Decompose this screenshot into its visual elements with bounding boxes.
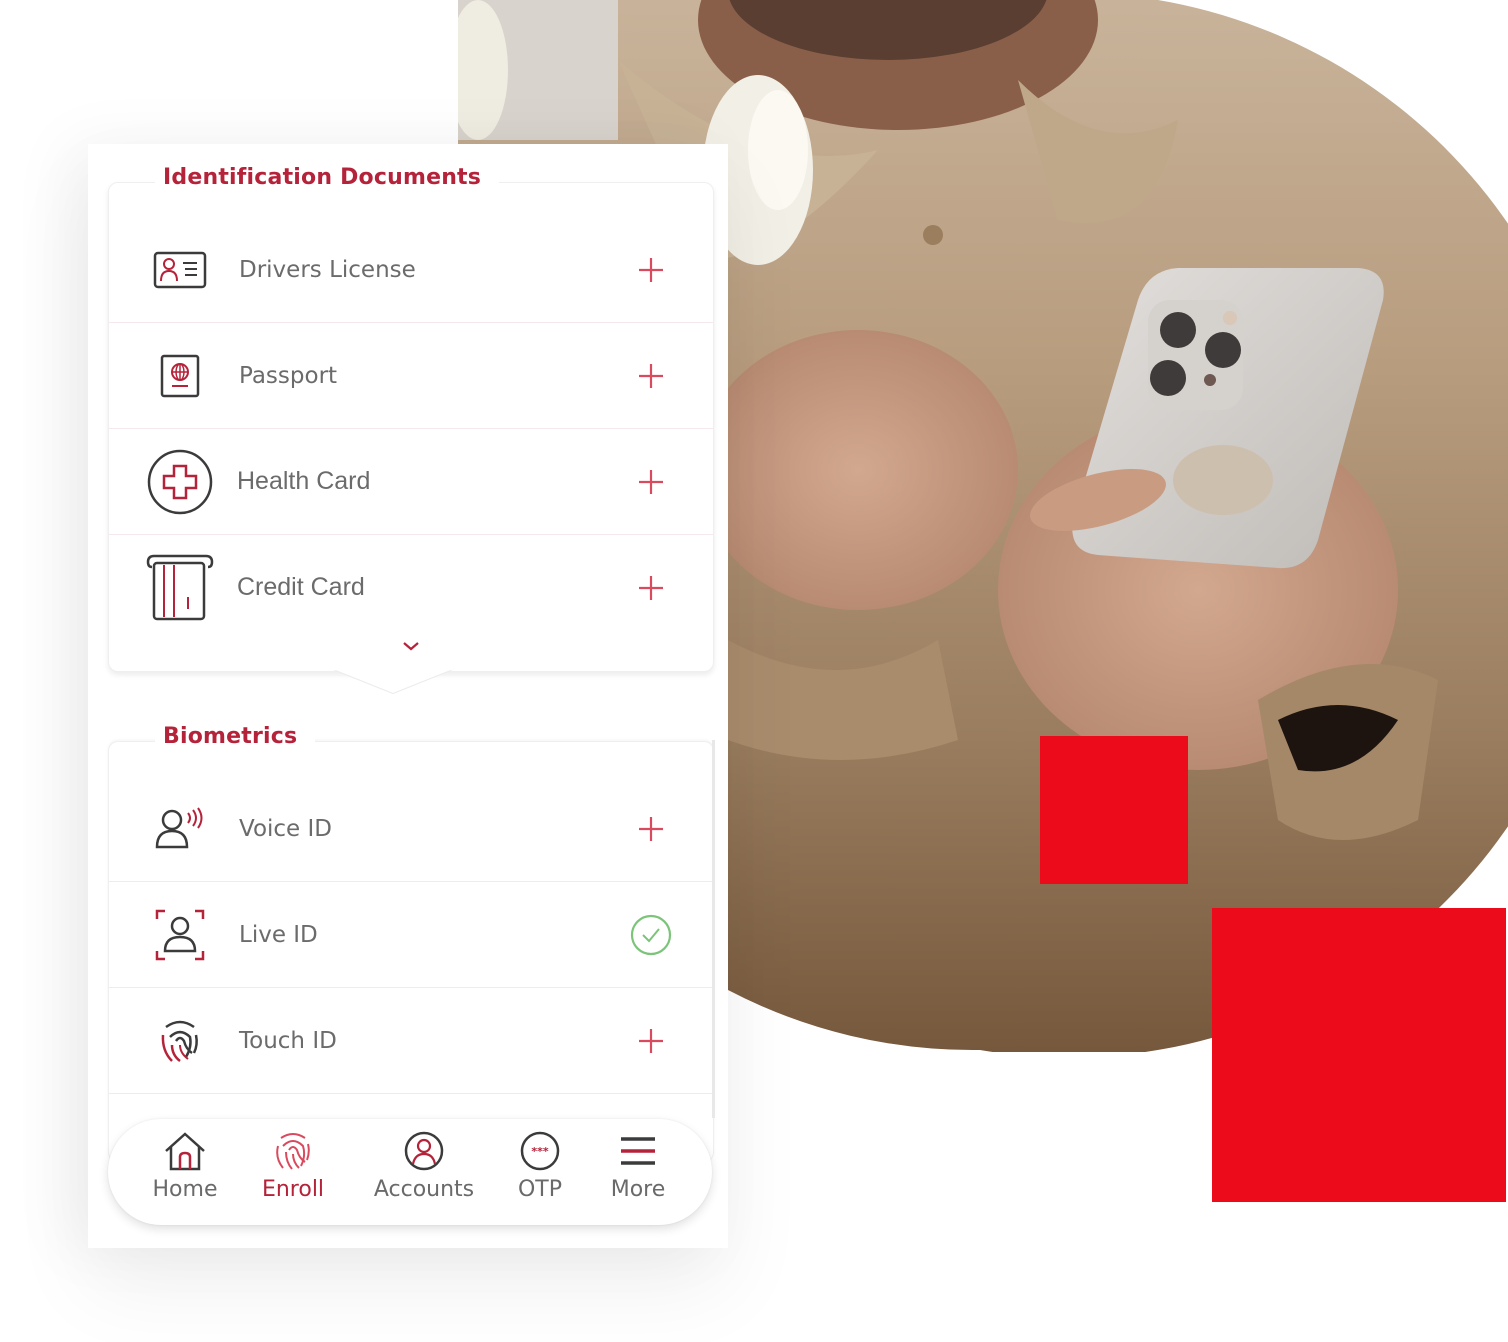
item-label: Passport	[239, 362, 338, 389]
check-circle-icon	[630, 914, 672, 955]
item-label: Voice ID	[239, 815, 333, 842]
add-button[interactable]	[629, 460, 673, 504]
voice-id-icon	[145, 794, 215, 864]
list-item-touch-id[interactable]: Touch ID	[109, 988, 713, 1094]
id-card-icon	[145, 235, 215, 305]
list-item-live-id[interactable]: Live ID	[109, 882, 713, 988]
scrollbar[interactable]	[712, 740, 715, 1118]
item-label: Live ID	[239, 921, 318, 948]
health-card-icon	[145, 447, 215, 517]
nav-accounts[interactable]: Accounts	[364, 1129, 484, 1219]
add-button[interactable]	[629, 807, 673, 851]
plus-icon	[639, 363, 663, 388]
nav-label: Home	[152, 1177, 218, 1202]
list-item-health-card[interactable]: Health Card	[109, 429, 713, 535]
add-button[interactable]	[629, 1019, 673, 1063]
add-button[interactable]	[629, 354, 673, 398]
credit-card-icon	[145, 553, 215, 623]
list-item-credit-card[interactable]: Credit Card	[109, 535, 713, 640]
nav-enroll[interactable]: Enroll	[238, 1129, 348, 1219]
add-button[interactable]	[629, 248, 673, 292]
biometrics-section: Biometrics Voice ID Live ID Touch ID	[108, 724, 714, 1162]
nav-label: OTP	[517, 1177, 563, 1202]
decorative-square-large	[1212, 908, 1506, 1202]
nav-label: Enroll	[261, 1177, 325, 1202]
passport-icon	[145, 341, 215, 411]
identification-documents-section: Identification Documents Drivers License	[108, 165, 714, 672]
section-title: Identification Documents	[155, 165, 500, 190]
section-title: Biometrics	[155, 724, 316, 749]
nav-home[interactable]: Home	[130, 1129, 240, 1219]
nav-label: Accounts	[373, 1177, 475, 1202]
item-label: Drivers License	[239, 256, 416, 283]
item-label: Credit Card	[237, 573, 365, 601]
plus-icon	[639, 257, 663, 282]
home-icon	[163, 1129, 207, 1173]
nav-more[interactable]: More	[583, 1129, 693, 1219]
item-label: Health Card	[237, 467, 371, 495]
list-item-voice-id[interactable]: Voice ID	[109, 776, 713, 882]
chevron-down-icon[interactable]	[401, 639, 429, 657]
list-item-drivers-license[interactable]: Drivers License	[109, 217, 713, 323]
fingerprint-icon	[145, 1006, 215, 1076]
completed-status	[627, 911, 675, 959]
bottom-navigation: Home Enroll Accounts *** OTP More	[108, 1119, 712, 1225]
section-pointer	[332, 668, 454, 695]
plus-icon	[639, 575, 663, 600]
list-item-passport[interactable]: Passport	[109, 323, 713, 429]
item-label: Touch ID	[239, 1027, 337, 1054]
nav-label: More	[610, 1177, 666, 1202]
face-id-icon	[145, 900, 215, 970]
svg-text:***: ***	[531, 1145, 549, 1158]
add-button[interactable]	[629, 566, 673, 610]
otp-icon: ***	[518, 1129, 562, 1173]
plus-icon	[639, 469, 663, 494]
plus-icon	[639, 1028, 663, 1053]
fingerprint-icon	[271, 1129, 315, 1173]
account-icon	[402, 1129, 446, 1173]
menu-icon	[616, 1129, 660, 1173]
plus-icon	[639, 816, 663, 841]
decorative-square-small	[1040, 736, 1188, 884]
nav-otp[interactable]: *** OTP	[485, 1129, 595, 1219]
app-screen: Identification Documents Drivers License	[88, 144, 728, 1248]
